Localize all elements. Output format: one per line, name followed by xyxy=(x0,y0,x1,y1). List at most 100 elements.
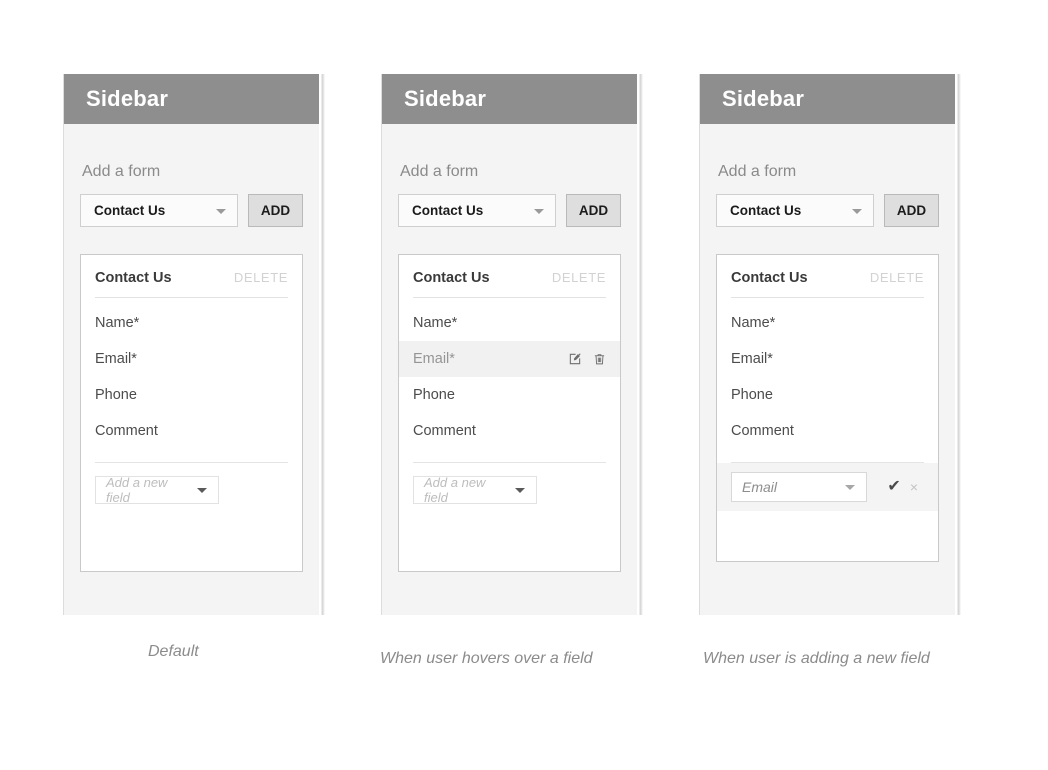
form-type-select[interactable]: Contact Us xyxy=(716,194,874,227)
caption-adding-field: When user is adding a new field xyxy=(703,650,930,667)
form-card-header: Contact Us DELETE xyxy=(399,255,620,286)
trash-icon[interactable] xyxy=(593,352,606,366)
new-field-confirm-actions: ✔ × xyxy=(887,479,924,495)
add-new-field-placeholder: Add a new field xyxy=(106,475,168,505)
add-field-area-active: Email ✔ × xyxy=(717,463,938,511)
sidebar-scrollbar[interactable] xyxy=(319,74,325,615)
form-field-label: Name* xyxy=(731,315,776,331)
new-field-type-select[interactable]: Email xyxy=(731,472,867,502)
caption-hover: When user hovers over a field xyxy=(380,650,593,667)
form-card-divider xyxy=(95,297,288,298)
chevron-down-icon xyxy=(852,208,862,214)
form-field-list: Name* Email* Phone Comment xyxy=(81,305,302,449)
form-field-label: Phone xyxy=(413,387,455,403)
check-icon[interactable]: ✔ xyxy=(887,479,900,495)
form-card-spacer xyxy=(717,511,938,561)
form-type-select[interactable]: Contact Us xyxy=(80,194,238,227)
form-card-spacer xyxy=(399,525,620,571)
form-field-label: Comment xyxy=(413,423,476,439)
form-card-header: Contact Us DELETE xyxy=(81,255,302,286)
form-field-row[interactable]: Comment xyxy=(399,413,620,449)
form-delete-button[interactable]: DELETE xyxy=(552,270,606,285)
add-a-form-label: Add a form xyxy=(718,163,797,180)
chevron-down-icon xyxy=(534,208,544,214)
add-a-form-label: Add a form xyxy=(82,163,161,180)
form-field-label: Email* xyxy=(731,351,773,367)
form-type-select-value: Contact Us xyxy=(412,203,484,218)
add-field-area: Add a new field xyxy=(399,463,620,525)
form-field-label: Phone xyxy=(95,387,137,403)
form-card-divider xyxy=(413,297,606,298)
form-field-label: Name* xyxy=(95,315,140,331)
chevron-down-icon xyxy=(197,488,207,493)
form-field-row[interactable]: Email* xyxy=(717,341,938,377)
add-form-controls: Contact Us ADD xyxy=(398,194,621,227)
sidebar-body: Add a form Contact Us ADD Contact Us DEL… xyxy=(382,163,637,572)
sidebar-header: Sidebar xyxy=(382,74,637,124)
close-x-icon[interactable]: × xyxy=(910,480,918,494)
form-field-row[interactable]: Comment xyxy=(717,413,938,449)
sidebar-body: Add a form Contact Us ADD Contact Us DEL… xyxy=(700,163,955,562)
form-field-row[interactable]: Email* xyxy=(81,341,302,377)
sidebar-panel: Sidebar Add a form Contact Us ADD Contac… xyxy=(381,74,643,615)
form-card: Contact Us DELETE Name* Email* Phone Com… xyxy=(398,254,621,572)
add-field-area: Add a new field xyxy=(81,463,302,525)
mockup-panel-hover: Sidebar Add a form Contact Us ADD Contac… xyxy=(381,74,643,615)
mockup-panel-default: Sidebar Add a form Contact Us ADD Contac… xyxy=(63,74,325,615)
sidebar-scrollbar[interactable] xyxy=(955,74,961,615)
form-field-row-hovered[interactable]: Email* xyxy=(399,341,620,377)
caption-default: Default xyxy=(148,643,199,660)
sidebar-scrollbar[interactable] xyxy=(637,74,643,615)
form-card-title: Contact Us xyxy=(413,270,490,286)
form-field-row-actions xyxy=(568,352,606,366)
form-type-select[interactable]: Contact Us xyxy=(398,194,556,227)
add-form-button[interactable]: ADD xyxy=(566,194,621,227)
sidebar-panel: Sidebar Add a form Contact Us ADD Contac… xyxy=(63,74,325,615)
form-field-row[interactable]: Name* xyxy=(717,305,938,341)
form-field-label: Phone xyxy=(731,387,773,403)
form-field-row[interactable]: Comment xyxy=(81,413,302,449)
form-field-row[interactable]: Name* xyxy=(399,305,620,341)
form-type-select-value: Contact Us xyxy=(730,203,802,218)
chevron-down-icon xyxy=(216,208,226,214)
form-field-row[interactable]: Phone xyxy=(81,377,302,413)
form-card: Contact Us DELETE Name* Email* Phone Com… xyxy=(716,254,939,562)
form-delete-button[interactable]: DELETE xyxy=(870,270,924,285)
form-card-spacer xyxy=(81,525,302,571)
add-form-button[interactable]: ADD xyxy=(884,194,939,227)
add-form-controls: Contact Us ADD xyxy=(80,194,303,227)
chevron-down-icon xyxy=(845,485,855,490)
sidebar-title: Sidebar xyxy=(722,86,805,111)
form-field-list: Name* Email* Phone Comment xyxy=(399,305,620,449)
sidebar-header: Sidebar xyxy=(700,74,955,124)
form-delete-button[interactable]: DELETE xyxy=(234,270,288,285)
add-form-button[interactable]: ADD xyxy=(248,194,303,227)
form-field-label: Comment xyxy=(95,423,158,439)
form-field-row[interactable]: Phone xyxy=(717,377,938,413)
form-type-select-value: Contact Us xyxy=(94,203,166,218)
form-card: Contact Us DELETE Name* Email* Phone Com… xyxy=(80,254,303,572)
form-card-title: Contact Us xyxy=(731,270,808,286)
sidebar-title: Sidebar xyxy=(86,86,169,111)
add-form-controls: Contact Us ADD xyxy=(716,194,939,227)
mockup-panel-adding-field: Sidebar Add a form Contact Us ADD Contac… xyxy=(699,74,961,615)
form-card-divider xyxy=(731,297,924,298)
form-card-title: Contact Us xyxy=(95,270,172,286)
form-field-list: Name* Email* Phone Comment xyxy=(717,305,938,449)
sidebar-header: Sidebar xyxy=(64,74,319,124)
mockup-canvas: Sidebar Add a form Contact Us ADD Contac… xyxy=(0,0,1048,770)
sidebar-title: Sidebar xyxy=(404,86,487,111)
form-field-label: Name* xyxy=(413,315,458,331)
add-a-form-label: Add a form xyxy=(400,163,479,180)
chevron-down-icon xyxy=(515,488,525,493)
add-new-field-select[interactable]: Add a new field xyxy=(413,475,537,505)
form-field-row[interactable]: Name* xyxy=(81,305,302,341)
form-field-label: Email* xyxy=(95,351,137,367)
form-field-row[interactable]: Phone xyxy=(399,377,620,413)
sidebar-panel: Sidebar Add a form Contact Us ADD Contac… xyxy=(699,74,961,615)
add-new-field-placeholder: Add a new field xyxy=(424,475,486,505)
edit-pencil-icon[interactable] xyxy=(568,352,582,366)
form-field-label: Email* xyxy=(413,351,455,367)
form-field-label: Comment xyxy=(731,423,794,439)
add-new-field-select[interactable]: Add a new field xyxy=(95,475,219,505)
